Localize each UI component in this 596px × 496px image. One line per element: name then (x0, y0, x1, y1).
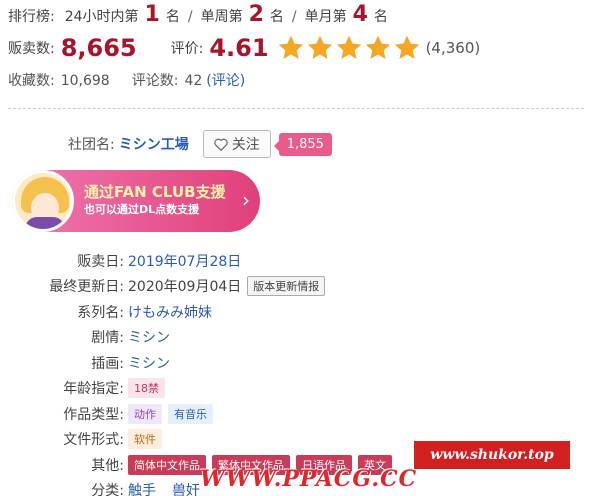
type-tag[interactable]: 动作 (128, 403, 162, 424)
follower-count-badge: 1,855 (273, 132, 332, 156)
ranking-day-suffix: 名 (165, 9, 180, 25)
chevron-right-icon: › (242, 188, 250, 212)
ranking-week-label: 单周第 (200, 9, 243, 25)
type-tag[interactable]: 有音乐 (168, 403, 213, 424)
genre-label: 分类: (91, 483, 124, 496)
ranking-month-label: 单月第 (304, 9, 347, 25)
star-icon (336, 35, 361, 59)
watermark-right: www.shukor.top (414, 441, 570, 469)
ranking-separator: / (291, 9, 297, 25)
format-label: 文件形式: (63, 432, 124, 449)
ranking-month-suffix: 名 (373, 9, 388, 25)
info-row-series: 系列名: けもみみ姉妹 (0, 299, 596, 325)
favorites-row: 收藏数: 10,698 评论数: 42 (评论) (8, 70, 245, 90)
release-label: 贩卖日: (77, 253, 124, 270)
fanclub-title: 通过FAN CLUB支援 (84, 183, 226, 201)
ranking-row: 排行榜: 24小时内第 1 名 / 单周第 2 名 / 单月第 4 名 (8, 2, 388, 27)
ranking-label: 排行榜: (8, 9, 55, 25)
star-icon (307, 35, 332, 59)
version-info-button[interactable]: 版本更新情报 (247, 276, 326, 297)
circle-label: 社团名: (68, 137, 115, 153)
genre-link[interactable]: 兽奸 (172, 480, 200, 496)
fanclub-support-banner[interactable]: 通过FAN CLUB支援 也可以通过DL点数支援 › (12, 170, 260, 232)
favorites-value: 10,698 (60, 73, 110, 89)
age-label: 年龄指定: (63, 381, 124, 398)
series-link[interactable]: けもみみ姉妹 (128, 302, 212, 322)
release-date-link[interactable]: 2019年07月28日 (128, 251, 241, 271)
ranking-separator: / (187, 9, 193, 25)
favorites-label: 收藏数: (8, 73, 55, 89)
type-label: 作品类型: (63, 406, 124, 423)
ranking-week-suffix: 名 (269, 9, 284, 25)
ranking-day-value: 1 (144, 2, 160, 27)
star-icon (365, 35, 390, 59)
follow-label: 关注 (231, 137, 260, 153)
ranking-month-value: 4 (352, 2, 368, 27)
star-icon (278, 35, 303, 59)
scenario-link[interactable]: ミシン (128, 327, 170, 347)
watermark-bottom: WWW.PPACG.CC (200, 466, 418, 492)
follow-button[interactable]: 关注 (202, 130, 271, 158)
sales-label: 贩卖数: (8, 41, 55, 57)
ranking-week-value: 2 (248, 2, 264, 27)
other-label: 其他: (91, 457, 124, 474)
ranking-day-label: 24小时内第 (64, 9, 139, 25)
info-row-release: 贩卖日: 2019年07月28日 (0, 248, 596, 274)
other-tag[interactable]: 简体中文作品 (128, 454, 206, 475)
age-tag[interactable]: 18禁 (128, 378, 165, 399)
illust-link[interactable]: ミシン (128, 353, 170, 373)
series-label: 系列名: (77, 304, 124, 321)
info-row-age: 年龄指定: 18禁 (0, 376, 596, 402)
scenario-label: 剧情: (91, 330, 124, 347)
rating-stars (277, 34, 422, 62)
info-row-scenario: 剧情: ミシン (0, 325, 596, 351)
sales-value: 8,665 (60, 34, 137, 62)
rating-count: (4,360) (425, 39, 481, 57)
illust-label: 插画: (91, 355, 124, 372)
reviews-label: 评论数: (131, 73, 179, 89)
reviews-value: 42 (184, 73, 203, 89)
genre-link[interactable]: 触手 (128, 480, 156, 496)
fanclub-subtitle: 也可以通过DL点数支援 (84, 203, 200, 216)
info-row-updated: 最终更新日: 2020年09月04日 版本更新情报 (0, 274, 596, 300)
heart-icon (214, 138, 228, 151)
format-tag[interactable]: 软件 (128, 429, 162, 450)
updated-date: 2020年09月04日 (128, 279, 242, 296)
reviews-link[interactable]: (评论) (206, 70, 245, 90)
sales-rating-row: 贩卖数: 8,665 评价: 4.61 (4,360) (8, 34, 480, 62)
circle-name-link[interactable]: ミシン工場 (119, 134, 189, 154)
rating-value: 4.61 (209, 34, 269, 62)
updated-label: 最终更新日: (49, 279, 124, 296)
star-icon (394, 35, 419, 59)
fanclub-avatar (12, 170, 74, 232)
info-row-illust: 插画: ミシン (0, 350, 596, 376)
circle-row: 社团名: ミシン工場 关注 1,855 (68, 130, 332, 158)
divider (8, 108, 584, 109)
rating-label: 评价: (170, 41, 204, 57)
info-row-type: 作品类型: 动作 有音乐 (0, 401, 596, 427)
